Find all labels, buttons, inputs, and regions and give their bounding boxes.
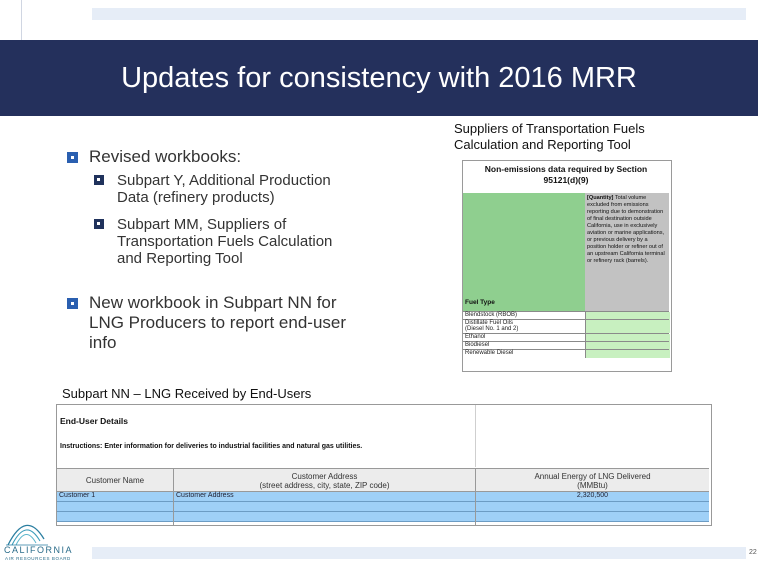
logo-subtitle: AIR RESOURCES BOARD	[5, 556, 71, 561]
top-accent-bar	[92, 8, 746, 20]
right-caption-line2: Calculation and Reporting Tool	[454, 137, 631, 152]
col-address-line2: (street address, city, state, ZIP code)	[259, 481, 390, 490]
bottom-accent-bar	[92, 547, 746, 559]
worksheet-row-label: Blendstock (RBOB)	[465, 312, 518, 318]
col-energy-line1: Annual Energy of LNG Delivered	[534, 472, 651, 481]
bullet-revised-workbooks: Revised workbooks:	[89, 147, 242, 166]
table-divider	[475, 405, 476, 467]
bullet-new-workbook-line3: info	[89, 333, 117, 352]
worksheet-row-label: Biodiesel	[465, 342, 490, 348]
bullet-new-workbook-line2: LNG Producers to report end-user	[89, 313, 347, 332]
quantity-label: [Quantity]	[587, 195, 614, 201]
table-title: End-User Details	[60, 416, 129, 426]
col-energy: Annual Energy of LNG Delivered (MMBtu)	[476, 472, 709, 490]
cell-energy[interactable]: 2,320,500	[476, 492, 709, 499]
worksheet-row: Renewable Diesel	[463, 349, 670, 358]
worksheet-row: (Diesel No. 1 and 2)	[463, 326, 670, 333]
worksheet-header-line2: 95121(d)(9)	[543, 175, 589, 185]
table-row[interactable]: Customer 1 Customer Address 2,320,500	[57, 492, 709, 502]
sub-bullet-mm-line2: Transportation Fuels Calculation	[117, 233, 333, 250]
bottom-caption: Subpart NN – LNG Received by End-Users	[62, 386, 312, 401]
nn-end-user-table: End-User Details Instructions: Enter inf…	[56, 404, 712, 526]
worksheet-row-label: Renewable Diesel	[465, 350, 514, 356]
col-address: Customer Address (street address, city, …	[174, 472, 475, 490]
col-address-line1: Customer Address	[291, 472, 358, 481]
fuel-type-label: Fuel Type	[465, 299, 495, 306]
cell-customer-name[interactable]: Customer 1	[59, 492, 95, 499]
cell-address[interactable]: Customer Address	[176, 492, 234, 499]
table-instructions: Instructions: Enter information for deli…	[60, 443, 363, 450]
worksheet-row-label: Ethanol	[465, 334, 486, 340]
worksheet-green-block	[463, 193, 585, 311]
bullet-square-icon	[67, 298, 78, 309]
worksheet-row-label: (Diesel No. 1 and 2)	[465, 326, 519, 332]
table-row[interactable]	[57, 512, 709, 522]
sub-bullet-y-line2: Data (refinery products)	[117, 189, 275, 206]
table-row[interactable]	[57, 502, 709, 512]
sub-bullet-y-line1: Subpart Y, Additional Production	[117, 172, 331, 189]
sub-bullet-square-icon	[94, 219, 104, 229]
table-header-row: Customer Name Customer Address (street a…	[57, 468, 709, 492]
right-caption-line1: Suppliers of Transportation Fuels	[454, 121, 645, 136]
worksheet-quantity-cell: [Quantity] Total volume excluded from em…	[585, 193, 669, 311]
bullet-square-icon	[67, 152, 78, 163]
col-energy-line2: (MMBtu)	[577, 481, 608, 490]
sub-bullet-mm-line1: Subpart MM, Suppliers of	[117, 216, 287, 233]
sub-bullet-square-icon	[94, 175, 104, 185]
quantity-text: Total volume excluded from emissions rep…	[587, 195, 665, 264]
page-number: 22	[749, 549, 757, 556]
col-customer-name: Customer Name	[85, 476, 145, 485]
top-vertical-rule	[21, 0, 22, 40]
mm-worksheet-snapshot: Non-emissions data required by Section 9…	[462, 160, 672, 372]
column-divider	[475, 468, 476, 525]
sub-bullet-mm-line3: and Reporting Tool	[117, 250, 243, 267]
slide-title: Updates for consistency with 2016 MRR	[121, 62, 637, 94]
worksheet-header: Non-emissions data required by Section 9…	[463, 161, 669, 196]
logo-wordmark: CALIFORNIA	[4, 545, 74, 555]
bullet-new-workbook-line1: New workbook in Subpart NN for	[89, 293, 337, 312]
worksheet-header-line1: Non-emissions data required by Section	[484, 164, 648, 174]
column-divider	[173, 468, 174, 525]
